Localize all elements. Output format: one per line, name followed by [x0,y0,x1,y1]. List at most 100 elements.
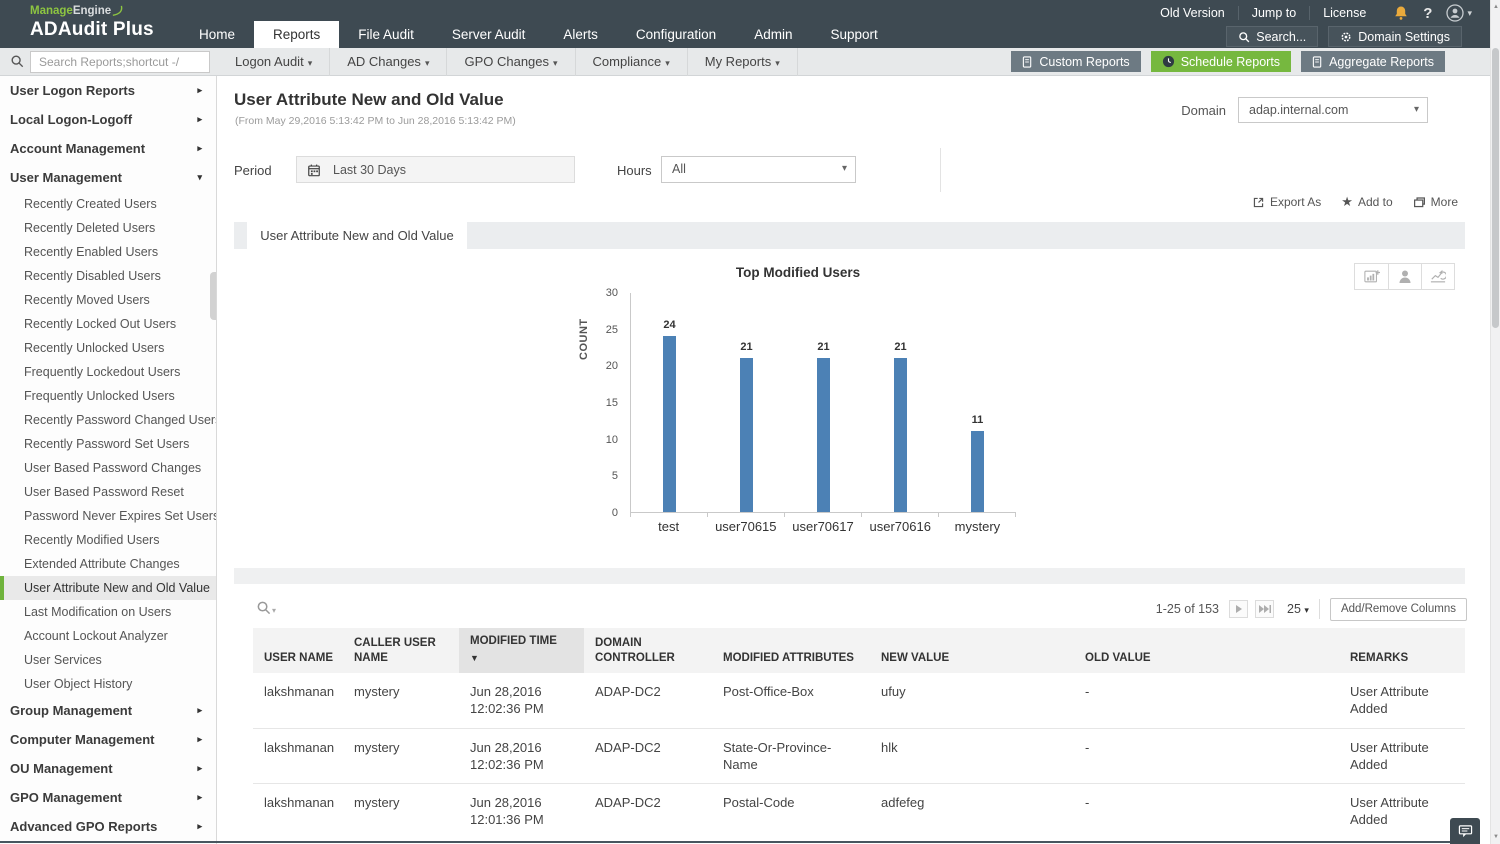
table-row[interactable]: lakshmanan mystery Jun 28,2016 12:01:36 … [253,783,1465,838]
nav-reports[interactable]: Reports [254,21,339,48]
sidebar-section-gpo-management[interactable]: GPO Management▸ [0,783,216,812]
table-row[interactable]: lakshmanan mystery Jun 28,2016 12:02:36 … [253,673,1465,728]
aggregate-reports-button[interactable]: Aggregate Reports [1301,51,1445,72]
sidebar-item[interactable]: Recently Password Changed Users [0,408,216,432]
column-header-old-value[interactable]: OLD VALUE [1074,628,1278,673]
menu-ad-changes[interactable]: AD Changes▾ [330,48,447,76]
sidebar-item[interactable]: User Services [0,648,216,672]
domain-settings-label: Domain Settings [1358,30,1450,44]
menu-label: My Reports [705,54,771,69]
table-row[interactable]: lakshmanan mystery Jun 28,2016 12:02:36 … [253,728,1465,783]
period-picker[interactable]: Last 30 Days [296,156,575,183]
sidebar-item[interactable]: Extended Attribute Changes [0,552,216,576]
manageengine-logo: ManageEngine [30,5,124,17]
custom-reports-button[interactable]: Custom Reports [1011,51,1140,72]
hours-select[interactable]: All ▾ [661,156,856,183]
sidebar-item[interactable]: Recently Password Set Users [0,432,216,456]
sidebar-section-local-logon-logoff[interactable]: Local Logon-Logoff▸ [0,105,216,134]
add-to-button[interactable]: ★ Add to [1341,194,1392,210]
section-label: Computer Management [10,732,154,747]
global-search-button[interactable]: Search... [1226,26,1318,47]
feedback-button[interactable] [1450,818,1480,844]
aggregate-reports-label: Aggregate Reports [1329,55,1434,69]
scroll-down-icon[interactable]: ▼ [1491,834,1500,840]
old-version-link[interactable]: Old Version [1147,6,1239,20]
tab-user-attribute-new-and-old-value[interactable]: User Attribute New and Old Value [247,222,467,249]
sidebar-item[interactable]: Recently Deleted Users [0,216,216,240]
user-avatar-icon[interactable]: ▾ [1446,4,1472,22]
period-value: Last 30 Days [333,163,406,177]
menu-compliance[interactable]: Compliance▾ [576,48,688,76]
chevron-right-icon: ▸ [197,105,202,134]
nav-configuration[interactable]: Configuration [617,21,735,48]
sidebar-section-user-logon-reports[interactable]: User Logon Reports▸ [0,76,216,105]
export-as-button[interactable]: Export As [1252,195,1321,209]
chart-user-icon[interactable] [1388,264,1421,289]
sidebar-item[interactable]: User Object History [0,672,216,696]
sidebar-item[interactable]: Recently Created Users [0,192,216,216]
next-page-button[interactable] [1229,600,1248,618]
sidebar-item[interactable]: User Based Password Reset [0,480,216,504]
menu-my-reports[interactable]: My Reports▾ [688,48,798,76]
sidebar-item[interactable]: Recently Locked Out Users [0,312,216,336]
sidebar-item[interactable]: User Based Password Changes [0,456,216,480]
cell-user-name: lakshmanan [253,728,343,783]
column-header-modified-time[interactable]: MODIFIED TIME▼ [459,628,584,673]
sidebar-section-account-management[interactable]: Account Management▸ [0,134,216,163]
sidebar-item[interactable]: Recently Enabled Users [0,240,216,264]
nav-support[interactable]: Support [811,21,896,48]
column-header-domain-controller[interactable]: DOMAIN CONTROLLER [584,628,712,673]
nav-server-audit[interactable]: Server Audit [433,21,545,48]
sidebar-item[interactable]: Recently Moved Users [0,288,216,312]
sidebar-section-advanced-gpo-reports[interactable]: Advanced GPO Reports▸ [0,812,216,841]
last-page-button[interactable] [1255,600,1274,618]
chart-type-add-icon[interactable] [1355,264,1388,289]
domain-select[interactable]: adap.internal.com ▾ [1238,97,1428,123]
chart-bar-value: 11 [939,414,1016,426]
sidebar-section-ou-management[interactable]: OU Management▸ [0,754,216,783]
schedule-reports-button[interactable]: Schedule Reports [1151,51,1291,72]
help-icon[interactable]: ? [1423,5,1432,22]
scrollbar-thumb[interactable] [1492,48,1499,328]
nav-file-audit[interactable]: File Audit [339,21,433,48]
sidebar-section-group-management[interactable]: Group Management▸ [0,696,216,725]
nav-home[interactable]: Home [180,21,254,48]
scroll-up-icon[interactable]: ▲ [1491,4,1500,10]
domain-settings-button[interactable]: Domain Settings [1328,26,1462,47]
nav-alerts[interactable]: Alerts [544,21,617,48]
column-header-caller-user-name[interactable]: CALLER USER NAME [343,628,459,673]
cell-remarks: User Attribute Added [1278,728,1465,783]
sidebar-item[interactable]: Frequently Lockedout Users [0,360,216,384]
add-remove-columns-button[interactable]: Add/Remove Columns [1330,598,1467,621]
sidebar-section-user-management[interactable]: User Management▾ [0,163,216,192]
notification-bell-icon[interactable] [1393,5,1409,21]
sidebar-item[interactable]: Account Lockout Analyzer [0,624,216,648]
menu-logon-audit[interactable]: Logon Audit▾ [218,48,330,76]
cell-domain-controller: ADAP-DC2 [584,783,712,838]
sidebar-section-computer-management[interactable]: Computer Management▸ [0,725,216,754]
sidebar-item[interactable]: Password Never Expires Set Users [0,504,216,528]
column-header-modified-attributes[interactable]: MODIFIED ATTRIBUTES [712,628,870,673]
report-search-input[interactable] [30,51,210,73]
sidebar-item[interactable]: Frequently Unlocked Users [0,384,216,408]
menu-gpo-changes[interactable]: GPO Changes▾ [447,48,575,76]
table-search-button[interactable]: ▾ [256,600,276,615]
sidebar-collapse-handle[interactable] [210,272,216,320]
chart-bar-value: 21 [785,341,862,353]
more-button[interactable]: More [1413,195,1458,209]
page-scrollbar[interactable]: ▲ ▼ [1490,0,1500,844]
chart-refresh-icon[interactable] [1421,264,1454,289]
license-link[interactable]: License [1310,6,1379,20]
nav-admin[interactable]: Admin [735,21,811,48]
column-header-user-name[interactable]: USER NAME [253,628,343,673]
sidebar-item-selected[interactable]: User Attribute New and Old Value [0,576,216,600]
sidebar-item[interactable]: Recently Modified Users [0,528,216,552]
sidebar-item[interactable]: Recently Unlocked Users [0,336,216,360]
column-header-new-value[interactable]: NEW VALUE [870,628,1074,673]
page-size-select[interactable]: 25 ▾ [1287,602,1309,616]
sidebar-item[interactable]: Last Modification on Users [0,600,216,624]
jump-to-link[interactable]: Jump to [1239,6,1310,20]
column-header-remarks[interactable]: REMARKS [1278,628,1465,673]
chart-bar-value: 24 [631,319,708,331]
sidebar-item[interactable]: Recently Disabled Users [0,264,216,288]
